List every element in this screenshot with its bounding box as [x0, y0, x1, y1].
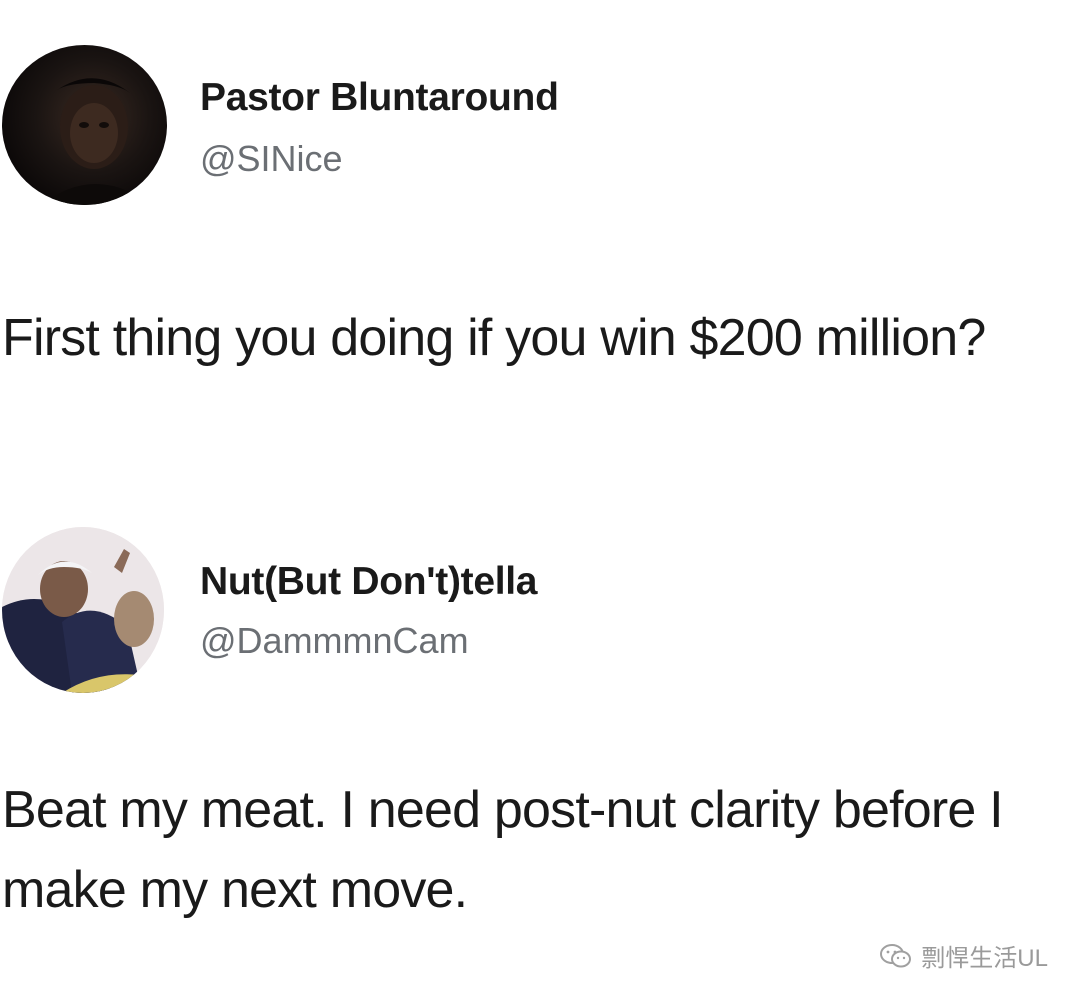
watermark: 剽悍生活UL — [879, 938, 1048, 973]
avatar[interactable] — [2, 45, 167, 205]
author-name[interactable]: Nut(But Don't)tella — [200, 560, 537, 604]
avatar[interactable] — [2, 527, 164, 693]
avatar-photo — [2, 527, 164, 693]
wechat-icon — [880, 943, 912, 967]
author-name[interactable]: Pastor Bluntaround — [200, 76, 559, 120]
tweet-text: First thing you doing if you win $200 mi… — [2, 309, 986, 367]
tweet-text: Beat my meat. I need post-nut clarity be… — [2, 781, 1004, 919]
avatar-photo — [42, 78, 152, 205]
author-handle[interactable]: @SINice — [200, 138, 343, 180]
author-handle[interactable]: @DammmnCam — [200, 620, 469, 662]
watermark-label: 剽悍生活UL — [921, 945, 1048, 972]
